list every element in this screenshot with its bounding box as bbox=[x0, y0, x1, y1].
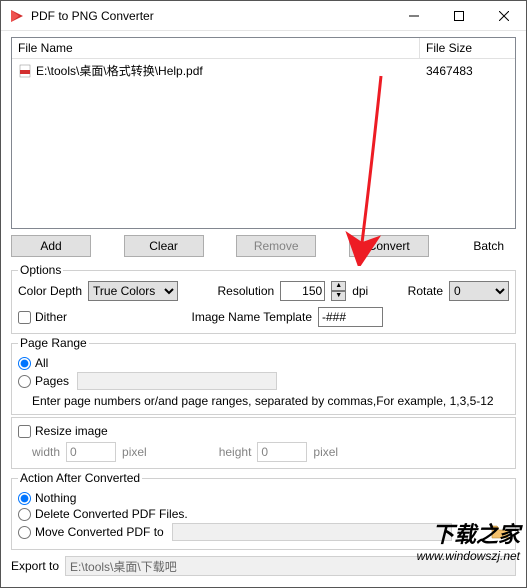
dither-label: Dither bbox=[35, 310, 67, 324]
resize-checkbox[interactable] bbox=[18, 425, 31, 438]
page-range-group: Page Range All Pages Enter page numbers … bbox=[11, 336, 516, 415]
export-input[interactable] bbox=[65, 556, 516, 576]
color-depth-label: Color Depth bbox=[18, 284, 82, 298]
rotate-label: Rotate bbox=[408, 284, 443, 298]
pdf-icon bbox=[18, 64, 32, 78]
add-button[interactable]: Add bbox=[11, 235, 91, 257]
nothing-label: Nothing bbox=[35, 491, 76, 505]
resolution-label: Resolution bbox=[217, 284, 274, 298]
resolution-input[interactable] bbox=[280, 281, 325, 301]
batch-link[interactable]: Batch bbox=[461, 239, 516, 253]
page-range-legend: Page Range bbox=[18, 336, 89, 350]
maximize-button[interactable] bbox=[436, 1, 481, 31]
column-header-name[interactable]: File Name bbox=[12, 38, 420, 58]
resize-label: Resize image bbox=[35, 424, 108, 438]
delete-label: Delete Converted PDF Files. bbox=[35, 507, 188, 521]
dither-checkbox[interactable] bbox=[18, 311, 31, 324]
file-size-cell: 3467483 bbox=[420, 61, 515, 80]
action-group: Action After Converted Nothing Delete Co… bbox=[11, 471, 516, 550]
file-list[interactable]: File Name File Size E:\tools\桌面\格式转换\Hel… bbox=[11, 37, 516, 229]
pages-label: Pages bbox=[35, 374, 69, 388]
template-input[interactable] bbox=[318, 307, 383, 327]
titlebar: PDF to PNG Converter bbox=[1, 1, 526, 31]
convert-button[interactable]: Convert bbox=[349, 235, 429, 257]
rotate-select[interactable]: 0 bbox=[449, 281, 509, 301]
column-header-size[interactable]: File Size bbox=[420, 38, 515, 58]
resolution-unit: dpi bbox=[352, 284, 368, 298]
page-range-hint: Enter page numbers or/and page ranges, s… bbox=[32, 394, 509, 408]
width-label: width bbox=[32, 445, 60, 459]
move-input[interactable] bbox=[172, 523, 452, 541]
template-label: Image Name Template bbox=[191, 310, 312, 324]
export-label: Export to bbox=[11, 559, 59, 573]
resize-group: Resize image width pixel height pixel bbox=[11, 417, 516, 469]
spinner-up-icon[interactable]: ▲ bbox=[331, 281, 346, 291]
action-legend: Action After Converted bbox=[18, 471, 142, 485]
folder-icon[interactable] bbox=[491, 524, 509, 540]
options-group: Options Color Depth True Colors Resoluti… bbox=[11, 263, 516, 334]
width-unit: pixel bbox=[122, 445, 147, 459]
button-row: Add Clear Remove Convert Batch bbox=[1, 229, 526, 261]
window-title: PDF to PNG Converter bbox=[31, 9, 391, 23]
file-list-header: File Name File Size bbox=[12, 38, 515, 59]
resolution-spinner[interactable]: ▲ ▼ bbox=[331, 281, 346, 301]
spinner-down-icon[interactable]: ▼ bbox=[331, 291, 346, 301]
nothing-radio[interactable] bbox=[18, 492, 31, 505]
width-input[interactable] bbox=[66, 442, 116, 462]
app-icon bbox=[9, 8, 25, 24]
pages-radio[interactable] bbox=[18, 375, 31, 388]
all-radio[interactable] bbox=[18, 357, 31, 370]
clear-button[interactable]: Clear bbox=[124, 235, 204, 257]
height-input[interactable] bbox=[257, 442, 307, 462]
move-radio[interactable] bbox=[18, 526, 31, 539]
delete-radio[interactable] bbox=[18, 508, 31, 521]
height-unit: pixel bbox=[313, 445, 338, 459]
file-name-text: E:\tools\桌面\格式转换\Help.pdf bbox=[36, 62, 203, 79]
file-name-cell: E:\tools\桌面\格式转换\Help.pdf bbox=[12, 61, 420, 80]
options-legend: Options bbox=[18, 263, 63, 277]
export-row: Export to bbox=[1, 552, 526, 580]
table-row[interactable]: E:\tools\桌面\格式转换\Help.pdf 3467483 bbox=[12, 59, 515, 82]
close-button[interactable] bbox=[481, 1, 526, 31]
pages-input[interactable] bbox=[77, 372, 277, 390]
color-depth-select[interactable]: True Colors bbox=[88, 281, 178, 301]
move-label: Move Converted PDF to bbox=[35, 525, 164, 539]
remove-button[interactable]: Remove bbox=[236, 235, 316, 257]
height-label: height bbox=[219, 445, 252, 459]
minimize-button[interactable] bbox=[391, 1, 436, 31]
all-label: All bbox=[35, 356, 48, 370]
